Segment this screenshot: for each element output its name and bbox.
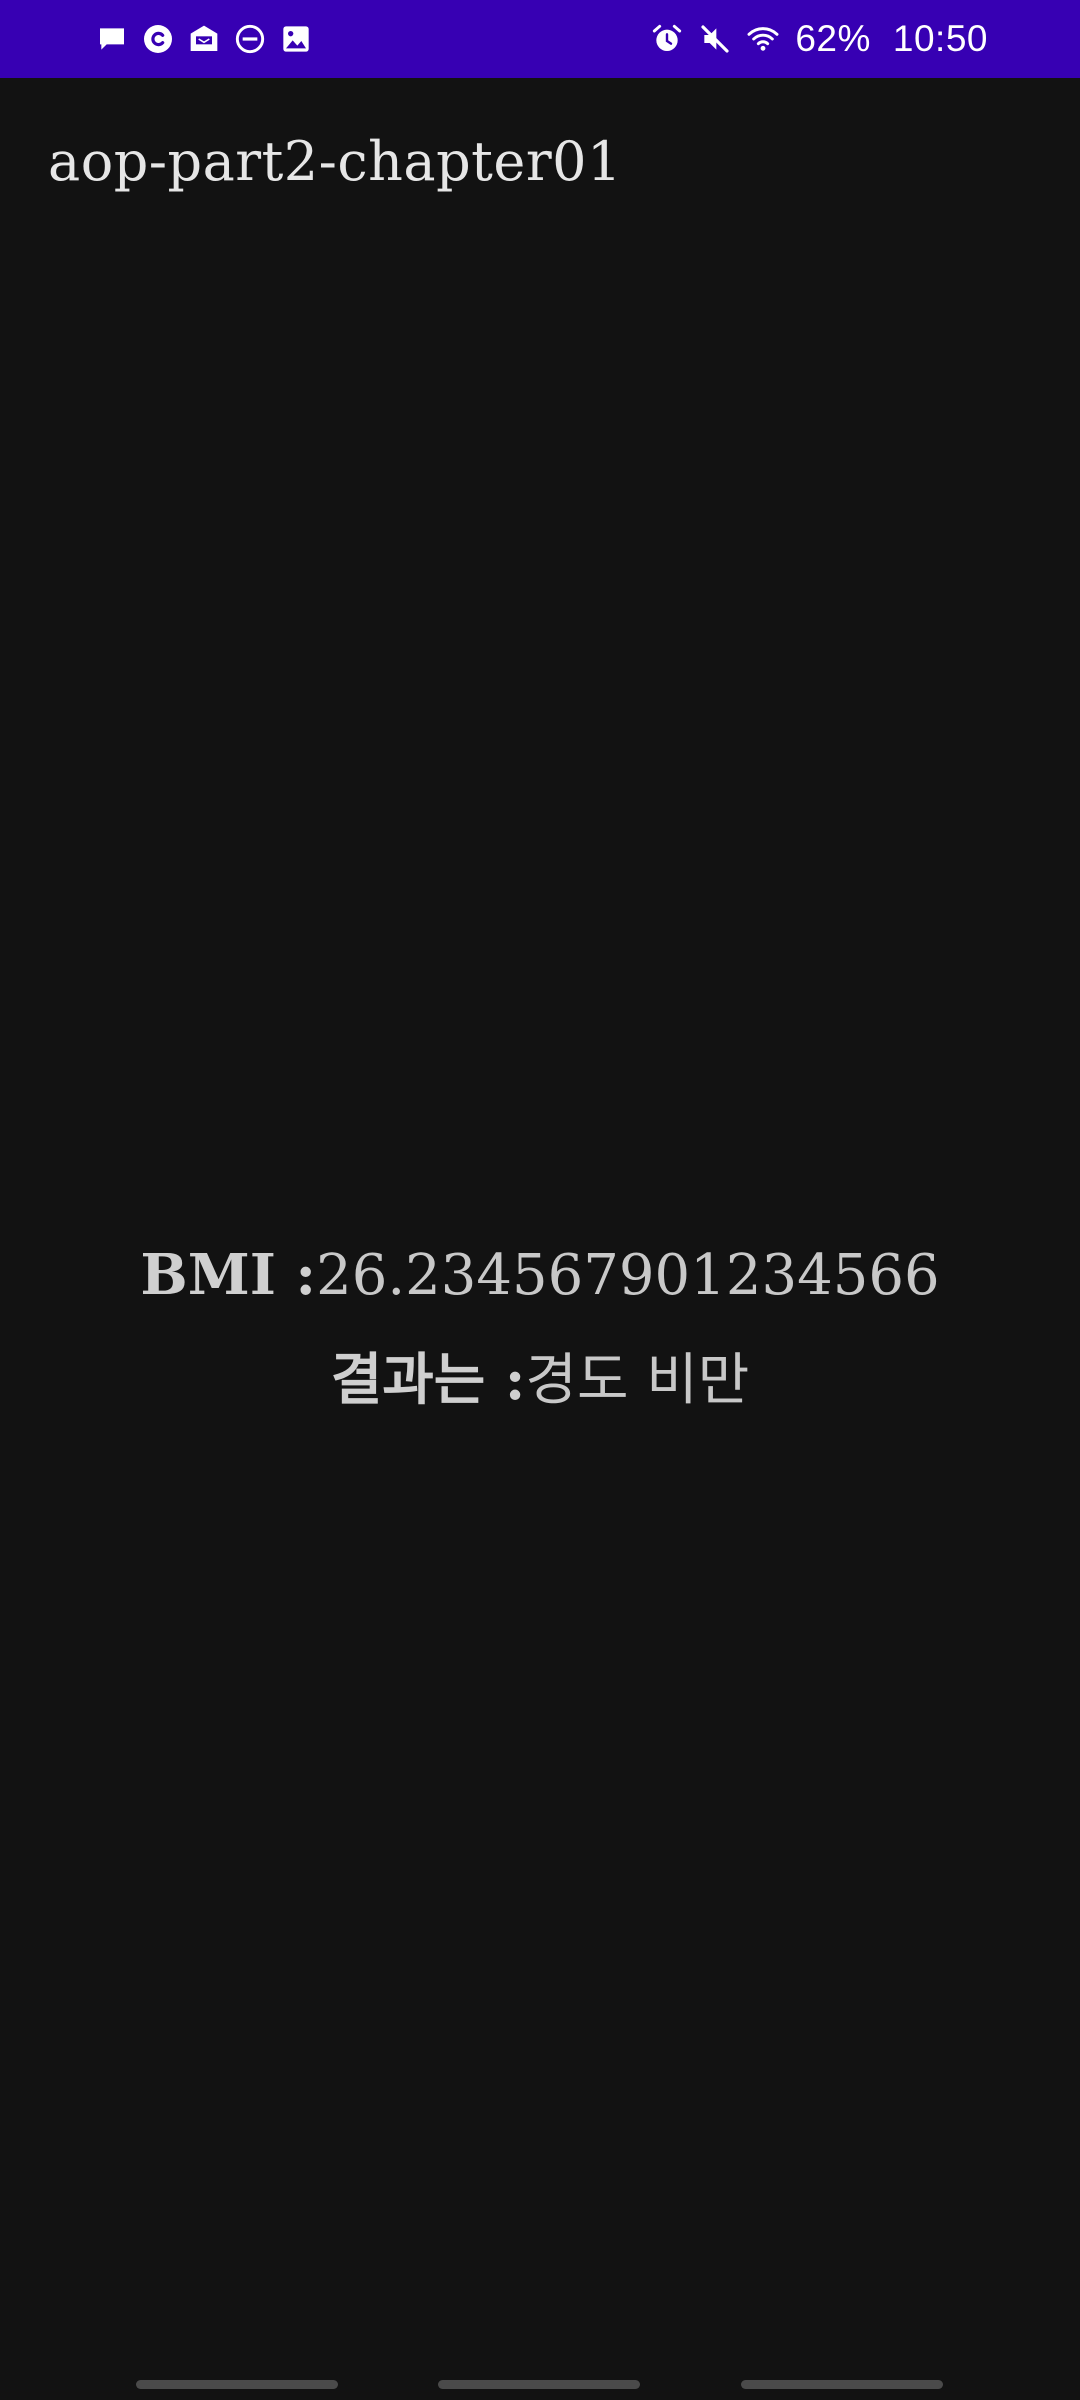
- image-icon: [280, 23, 312, 55]
- status-bar: 62% 10:50: [0, 0, 1080, 78]
- do-not-disturb-icon: [234, 23, 266, 55]
- screen: 62% 10:50 aop-part2-chapter01 BMI :26.23…: [0, 0, 1080, 2400]
- mail-icon: [188, 23, 220, 55]
- app-title: aop-part2-chapter01: [48, 130, 622, 193]
- result-label: 결과는 :: [330, 1347, 526, 1413]
- system-indicators: 62% 10:50: [651, 0, 988, 78]
- bmi-line: BMI :26.234567901234566: [0, 1240, 1080, 1311]
- clock: 10:50: [892, 18, 988, 59]
- mute-icon: [699, 23, 731, 55]
- nav-gesture-left[interactable]: [136, 2380, 338, 2389]
- c-badge-icon: [142, 23, 174, 55]
- notification-icons: [96, 0, 312, 78]
- nav-gesture-center[interactable]: [438, 2380, 640, 2389]
- nav-gesture-right[interactable]: [741, 2380, 943, 2389]
- result-value: 경도 비만: [525, 1348, 750, 1413]
- bmi-value: 26.234567901234566: [316, 1243, 940, 1308]
- result-panel: BMI :26.234567901234566 결과는 :경도 비만: [0, 1240, 1080, 1450]
- navigation-bar: [0, 2310, 1080, 2400]
- wifi-icon: [747, 23, 779, 55]
- bmi-label: BMI :: [140, 1242, 317, 1308]
- message-icon: [96, 23, 128, 55]
- app-bar: aop-part2-chapter01: [0, 78, 1080, 248]
- result-line: 결과는 :경도 비만: [0, 1345, 1080, 1416]
- battery-percentage: 62%: [795, 18, 871, 59]
- alarm-icon: [651, 23, 683, 55]
